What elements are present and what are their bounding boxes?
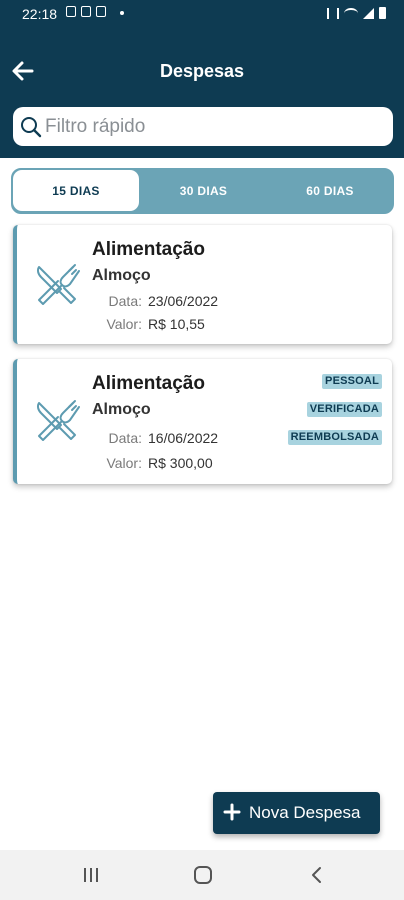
image-icon bbox=[66, 6, 76, 17]
system-status-icons bbox=[327, 7, 386, 19]
status-bar: 22:18 bbox=[0, 0, 404, 28]
home-icon[interactable] bbox=[194, 866, 212, 884]
expense-subcategory: Almoço bbox=[92, 401, 151, 418]
search-box[interactable] bbox=[13, 107, 393, 146]
settings-icon bbox=[81, 6, 91, 17]
badge-verificada: VERIFICADA bbox=[306, 402, 382, 417]
wifi-icon bbox=[344, 8, 358, 19]
nav-back-icon[interactable] bbox=[309, 866, 323, 884]
status-time: 22:18 bbox=[22, 6, 58, 22]
new-expense-button[interactable]: Nova Despesa bbox=[213, 792, 380, 834]
expense-date: 16/06/2022 bbox=[148, 430, 219, 446]
expense-card[interactable]: Alimentação Almoço Data: 23/06/2022 Valo… bbox=[13, 225, 392, 344]
system-nav-bar bbox=[0, 850, 404, 900]
mute-icon bbox=[327, 8, 339, 19]
battery-icon bbox=[379, 7, 386, 19]
more-notifications-icon bbox=[120, 11, 124, 15]
period-tabs: 15 DIAS 30 DIAS 60 DIAS bbox=[11, 168, 394, 214]
notification-icons bbox=[66, 6, 106, 17]
date-label: Data: bbox=[108, 430, 142, 446]
mail-icon bbox=[96, 6, 106, 17]
value-label: Valor: bbox=[106, 455, 142, 471]
expense-value: R$ 10,55 bbox=[148, 316, 205, 332]
new-expense-label: Nova Despesa bbox=[249, 803, 361, 822]
tab-30-dias[interactable]: 30 DIAS bbox=[140, 169, 267, 212]
expense-category: Alimentação bbox=[92, 373, 205, 394]
date-label: Data: bbox=[108, 293, 142, 309]
fork-knife-icon bbox=[36, 400, 80, 441]
recents-icon[interactable] bbox=[82, 867, 100, 883]
expense-date: 23/06/2022 bbox=[148, 293, 219, 309]
search-input[interactable] bbox=[45, 112, 385, 141]
fork-knife-icon bbox=[36, 264, 80, 305]
signal-icon bbox=[363, 8, 374, 19]
badge-reembolsada: REEMBOLSADA bbox=[287, 430, 382, 445]
tab-60-dias[interactable]: 60 DIAS bbox=[267, 169, 393, 212]
expense-card[interactable]: Alimentação Almoço Data: 16/06/2022 Valo… bbox=[13, 359, 392, 484]
expense-category: Alimentação bbox=[92, 239, 205, 260]
expense-subcategory: Almoço bbox=[92, 267, 151, 284]
expense-value: R$ 300,00 bbox=[148, 455, 213, 471]
page-title: Despesas bbox=[159, 61, 245, 81]
screen: 22:18 Despesas Filtro rápido 15 DIAS 30 … bbox=[0, 0, 404, 900]
tab-15-dias[interactable]: 15 DIAS bbox=[13, 170, 139, 211]
plus-icon bbox=[223, 803, 241, 821]
search-icon bbox=[21, 117, 42, 138]
badge-pessoal: PESSOAL bbox=[322, 374, 382, 389]
app-header: 22:18 Despesas bbox=[0, 0, 404, 158]
value-label: Valor: bbox=[106, 316, 142, 332]
